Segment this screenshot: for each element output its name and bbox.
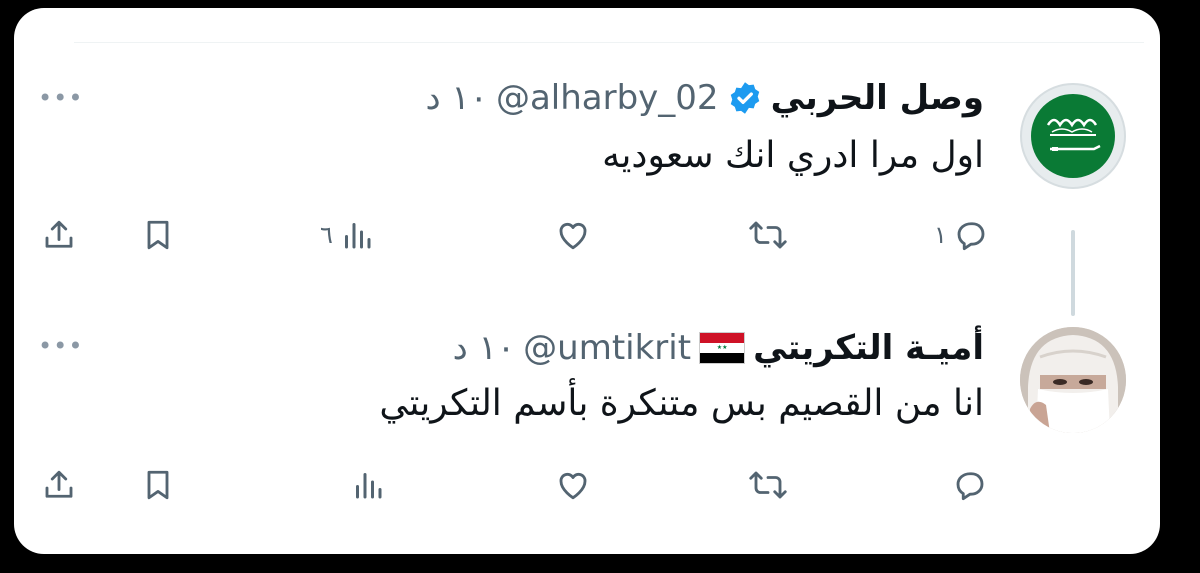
share-button[interactable] (40, 460, 78, 510)
timestamp[interactable]: ١٠ د (425, 78, 487, 118)
views-count: ٦ (320, 221, 333, 249)
views-button[interactable]: ٦ (320, 210, 375, 260)
saudi-flag-avatar-icon (1031, 94, 1115, 178)
handle[interactable]: @alharby_02 (496, 78, 719, 118)
bookmark-icon (147, 220, 169, 250)
reply-icon (956, 472, 984, 501)
retweet-icon (749, 221, 787, 249)
heart-icon (559, 472, 587, 500)
tweet-text: اول مرا ادري انك سعوديه (602, 135, 984, 176)
tweet-header: وصل الحربي @alharby_02 ١٠ د (425, 78, 984, 118)
more-options-icon[interactable]: ••• (38, 86, 83, 110)
tweet-thread-card: وصل الحربي @alharby_02 ١٠ د ••• اول مرا … (14, 8, 1160, 554)
like-button[interactable] (554, 460, 592, 510)
retweet-button[interactable] (748, 460, 788, 510)
iraq-flag-icon: ★★ (699, 332, 746, 364)
divider (74, 42, 1144, 43)
views-chart-icon (344, 223, 371, 249)
retweet-button[interactable] (748, 210, 788, 260)
retweet-icon (749, 471, 787, 499)
share-button[interactable] (40, 210, 78, 260)
bookmark-button[interactable] (140, 210, 176, 260)
share-icon (45, 470, 73, 498)
reply-button[interactable] (952, 460, 988, 510)
tweet-header: أميـة التكريتي ★★ @umtikrit ١٠ د (453, 328, 984, 368)
share-icon (45, 220, 73, 248)
heart-icon (559, 222, 587, 250)
bookmark-icon (147, 470, 169, 500)
display-name[interactable]: أميـة التكريتي (753, 328, 984, 368)
avatar[interactable] (1020, 327, 1126, 433)
views-button[interactable] (350, 460, 386, 510)
veiled-woman-avatar-icon (1020, 327, 1126, 433)
display-name[interactable]: وصل الحربي (771, 78, 984, 118)
avatar[interactable] (1020, 83, 1126, 189)
reply-count: ١ (934, 221, 947, 249)
tweet-text: انا من القصيم بس متنكرة بأسم التكريتي (379, 383, 984, 424)
bookmark-button[interactable] (140, 460, 176, 510)
tweet-actions (14, 460, 1160, 510)
more-options-icon[interactable]: ••• (38, 334, 83, 358)
like-button[interactable] (554, 210, 592, 260)
verified-badge-icon (727, 80, 763, 116)
timestamp[interactable]: ١٠ د (453, 328, 515, 368)
tweet-actions: ١ ٦ (14, 210, 1160, 260)
views-chart-icon (356, 473, 382, 499)
reply-button[interactable]: ١ (934, 210, 989, 260)
handle[interactable]: @umtikrit (523, 328, 691, 368)
reply-icon (957, 222, 985, 251)
